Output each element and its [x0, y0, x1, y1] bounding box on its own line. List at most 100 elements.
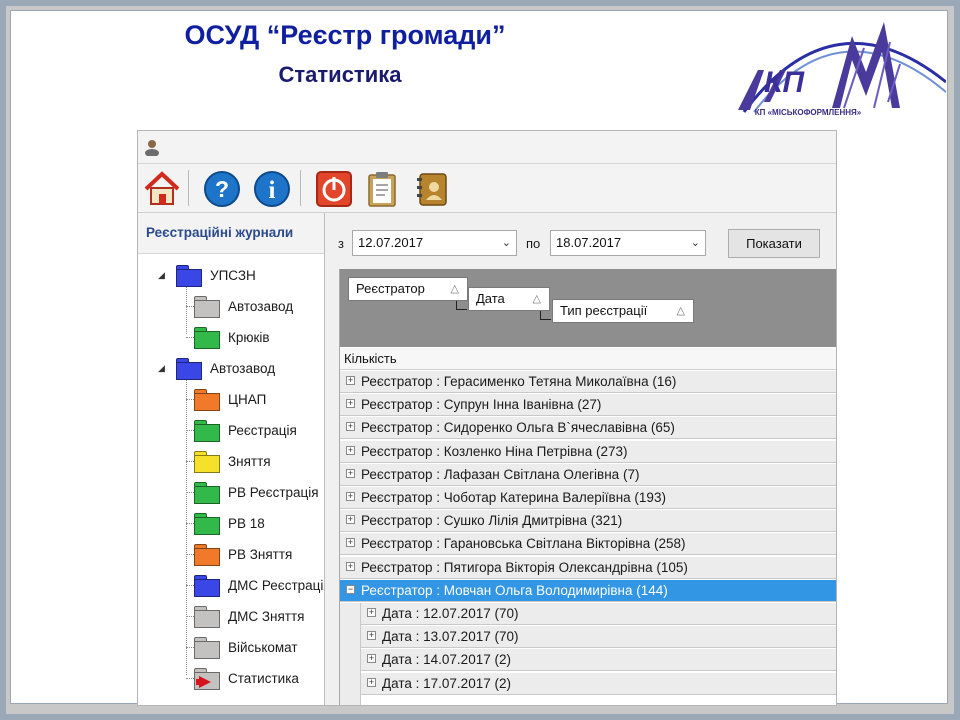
info-icon: i: [254, 171, 290, 207]
power-icon: [316, 171, 352, 207]
expand-icon[interactable]: +: [346, 376, 355, 385]
sidebar-item[interactable]: ДМС Зняття: [186, 601, 305, 632]
expand-icon[interactable]: +: [346, 445, 355, 455]
table-row[interactable]: + Реєстратор : Сушко Лілія Дмитрівна (321…: [340, 510, 836, 533]
sidebar-item-label: Військомат: [228, 640, 298, 655]
expand-icon[interactable]: +: [346, 399, 355, 409]
folder-icon: [194, 667, 220, 690]
group-chip-registration-type[interactable]: Тип реєстрації △: [552, 299, 694, 323]
sidebar-item[interactable]: Статистика: [186, 663, 299, 694]
expand-icon[interactable]: +: [346, 515, 355, 525]
from-label: з: [338, 236, 344, 251]
table-row[interactable]: + Реєстратор : Герасименко Тетяна Миколаї…: [340, 371, 836, 393]
from-date-select[interactable]: 12.07.2017 ⌄: [352, 230, 517, 256]
folder-icon: [194, 326, 220, 349]
expand-arrow-icon[interactable]: ◢: [158, 270, 165, 281]
journal-tree: ◢ УПСЗН Автозавод Крюків ◢ Автозавод ЦНАП Реєст…: [138, 254, 324, 705]
row-text: Реєстратор : Пятигора Вікторія Олександр…: [361, 559, 688, 575]
show-button[interactable]: Показати: [728, 229, 820, 258]
from-date-value: 12.07.2017: [358, 235, 424, 250]
sidebar-item-label: Статистика: [228, 671, 299, 686]
sidebar-item[interactable]: РВ 18: [186, 508, 265, 539]
sidebar-item-label: Автозавод: [228, 299, 294, 314]
toolbar: ? i: [138, 164, 836, 213]
sidebar-item-label: РВ Реєстрація: [228, 485, 319, 500]
table-child-row[interactable]: + Дата : 14.07.2017 (2): [360, 649, 836, 672]
to-date-value: 18.07.2017: [556, 235, 622, 250]
row-text: Реєстратор : Сушко Лілія Дмитрівна (321): [361, 513, 623, 529]
expand-icon[interactable]: +: [367, 677, 376, 687]
folder-icon: [194, 295, 220, 318]
table-child-row[interactable]: + Дата : 12.07.2017 (70): [360, 603, 836, 625]
sidebar-item[interactable]: РВ Реєстрація: [186, 477, 319, 508]
expand-icon[interactable]: +: [346, 538, 355, 548]
slide-subtitle: Статистика: [278, 62, 402, 87]
sidebar-item[interactable]: ЦНАП: [186, 384, 267, 415]
statistics-grid: Реєстратор △ Дата △ Тип реєстрації △ Кількі…: [339, 269, 836, 705]
table-row[interactable]: − Реєстратор : Мовчан Ольга Володимирівна…: [340, 579, 836, 602]
help-button[interactable]: ?: [202, 169, 242, 209]
expand-icon[interactable]: +: [346, 492, 355, 501]
logo-caption: КП «МІСЬКОФОРМЛЕННЯ»: [754, 108, 862, 117]
sidebar-item[interactable]: ◢ Автозавод: [158, 353, 276, 384]
exit-button[interactable]: [314, 169, 354, 209]
sidebar-item[interactable]: ◢ УПСЗН: [158, 260, 256, 291]
expand-icon[interactable]: +: [367, 608, 376, 617]
expand-icon[interactable]: +: [367, 631, 376, 641]
group-chip-registrar[interactable]: Реєстратор △: [348, 277, 468, 301]
sidebar-item-label: РВ 18: [228, 516, 265, 531]
sidebar-item-label: ЦНАП: [228, 392, 267, 407]
sidebar-item-label: УПСЗН: [210, 268, 256, 283]
folder-icon: [176, 357, 202, 380]
app-titlebar: [138, 131, 836, 164]
question-icon: ?: [204, 171, 240, 207]
collapse-icon[interactable]: −: [346, 584, 355, 594]
expand-icon[interactable]: +: [346, 468, 355, 478]
table-row[interactable]: + Реєстратор : Козленко Ніна Петрівна (27…: [340, 440, 836, 463]
folder-icon: [176, 264, 202, 287]
table-row[interactable]: + Реєстратор : Пятигора Вікторія Олександ…: [340, 556, 836, 579]
sort-triangle-icon: △: [676, 305, 685, 317]
table-row[interactable]: + Реєстратор : Супрун Інна Іванівна (27): [340, 394, 836, 417]
sidebar-item-label: Крюків: [228, 330, 270, 345]
sidebar-item[interactable]: ДМС Реєстрація: [186, 570, 324, 601]
sidebar-item[interactable]: Автозавод: [186, 291, 294, 322]
sidebar-item[interactable]: Крюків: [186, 322, 270, 353]
table-row[interactable]: + Реєстратор : Чоботар Катерина Валеріївн…: [340, 487, 836, 509]
svg-text:i: i: [269, 177, 276, 204]
table-child-row[interactable]: + Дата : 17.07.2017 (2): [360, 672, 836, 695]
expand-icon[interactable]: +: [346, 561, 355, 571]
row-text: Реєстратор : Мовчан Ольга Володимирівна …: [361, 582, 668, 598]
sidebar-item-label: Автозавод: [210, 361, 276, 376]
red-arrow-icon: [199, 675, 211, 688]
expand-arrow-icon[interactable]: ◢: [158, 363, 165, 374]
table-row[interactable]: + Реєстратор : Лафазан Світлана Олегівна …: [340, 463, 836, 486]
clipboard-button[interactable]: [362, 169, 402, 209]
info-button[interactable]: i: [252, 169, 292, 209]
row-text: Дата : 13.07.2017 (70): [382, 629, 519, 645]
row-text: Реєстратор : Супрун Інна Іванівна (27): [361, 397, 602, 413]
date-filter: з 12.07.2017 ⌄ по 18.07.2017 ⌄ Показати: [325, 213, 836, 271]
sidebar-item-label: ДМС Реєстрація: [228, 578, 324, 593]
folder-icon: [194, 512, 220, 535]
expand-icon[interactable]: +: [346, 422, 355, 432]
to-date-select[interactable]: 18.07.2017 ⌄: [550, 230, 706, 256]
row-text: Дата : 14.07.2017 (2): [382, 652, 511, 668]
table-row[interactable]: + Реєстратор : Сидоренко Ольга В`ячеславі…: [340, 417, 836, 440]
folder-icon: [194, 543, 220, 566]
sidebar-item[interactable]: Зняття: [186, 446, 271, 477]
sidebar-item[interactable]: РВ Зняття: [186, 539, 293, 570]
folder-icon: [194, 636, 220, 659]
home-button[interactable]: [142, 169, 182, 209]
expand-icon[interactable]: +: [367, 654, 376, 664]
sidebar-item[interactable]: Реєстрація: [186, 415, 297, 446]
table-row[interactable]: + Реєстратор : Гарановська Світлана Вікто…: [340, 533, 836, 556]
group-chip-date[interactable]: Дата △: [468, 287, 550, 311]
column-header-count[interactable]: Кількість: [340, 348, 836, 370]
table-child-row[interactable]: + Дата : 13.07.2017 (70): [360, 626, 836, 649]
book-button[interactable]: [412, 169, 452, 209]
row-text: Реєстратор : Гарановська Світлана Віктор…: [361, 536, 686, 552]
sidebar-item[interactable]: Військомат: [186, 632, 298, 663]
sidebar-item-label: РВ Зняття: [228, 547, 293, 562]
user-icon: [145, 140, 159, 156]
